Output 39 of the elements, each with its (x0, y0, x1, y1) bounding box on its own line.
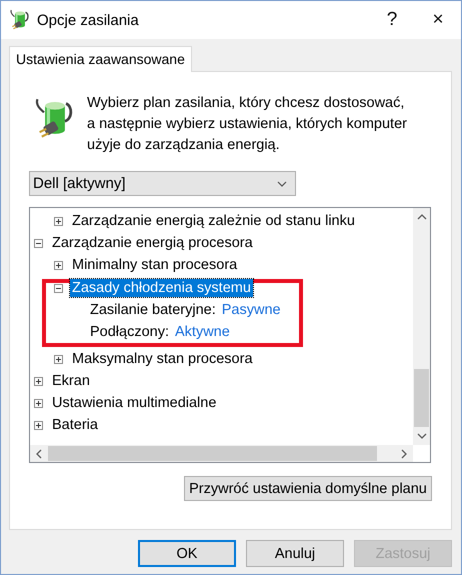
tree-item[interactable]: Bateria (50, 416, 100, 434)
window-title: Opcje zasilania (37, 12, 139, 28)
scroll-thumb[interactable] (414, 369, 429, 427)
expand-icon[interactable] (54, 354, 63, 364)
help-button[interactable]: ? (369, 5, 415, 35)
expand-icon[interactable] (54, 260, 63, 270)
close-button[interactable]: × (415, 5, 461, 35)
horizontal-scrollbar[interactable] (30, 445, 413, 462)
collapse-icon[interactable] (54, 284, 63, 292)
restore-defaults-button[interactable]: Przywróć ustawienia domyślne planu (184, 476, 432, 501)
scroll-left-icon[interactable] (34, 448, 44, 458)
tree-item[interactable]: Zarządzanie energią procesora (50, 234, 255, 252)
setting-label: Zasilanie bateryjne: (90, 302, 216, 318)
scroll-down-icon[interactable] (416, 431, 426, 441)
chevron-down-icon (277, 178, 287, 188)
expand-icon[interactable] (34, 398, 43, 408)
collapse-icon[interactable] (34, 238, 43, 248)
tree-item[interactable]: Maksymalny stan procesora (70, 350, 255, 368)
instruction-text: Wybierz plan zasilania, który chcesz dostosować, a następnie wybierz ustawienia, których komputer użyje do zarządzania energią. (87, 94, 408, 155)
setting-value[interactable]: Pasywne (222, 302, 281, 318)
tree-item[interactable]: Minimalny stan procesora (70, 256, 240, 274)
scroll-up-icon[interactable] (416, 212, 426, 222)
scroll-thumb[interactable] (48, 446, 377, 461)
setting-label: Podłączony: (90, 324, 169, 340)
plan-dropdown[interactable]: Dell [aktywny] (29, 171, 296, 196)
tree-item[interactable]: Ustawienia multimedialne (50, 394, 218, 412)
tree-item[interactable]: Zarządzanie energią zależnie od stanu linku (70, 212, 357, 230)
tree-item[interactable]: Ekran (50, 372, 92, 390)
setting-value[interactable]: Aktywne (175, 324, 230, 340)
expand-icon[interactable] (34, 376, 43, 386)
tab[interactable]: Ustawienia zaawansowane (9, 46, 192, 72)
battery-plug-icon (9, 9, 31, 31)
dialog-button[interactable]: Anuluj (246, 540, 344, 567)
vertical-scrollbar[interactable] (413, 208, 430, 445)
scroll-right-icon[interactable] (399, 448, 409, 458)
dialog-button[interactable]: OK (138, 540, 236, 567)
expand-icon[interactable] (34, 420, 43, 430)
tree-item[interactable]: Zasady chłodzenia systemu (70, 279, 253, 297)
expand-icon[interactable] (54, 216, 63, 226)
